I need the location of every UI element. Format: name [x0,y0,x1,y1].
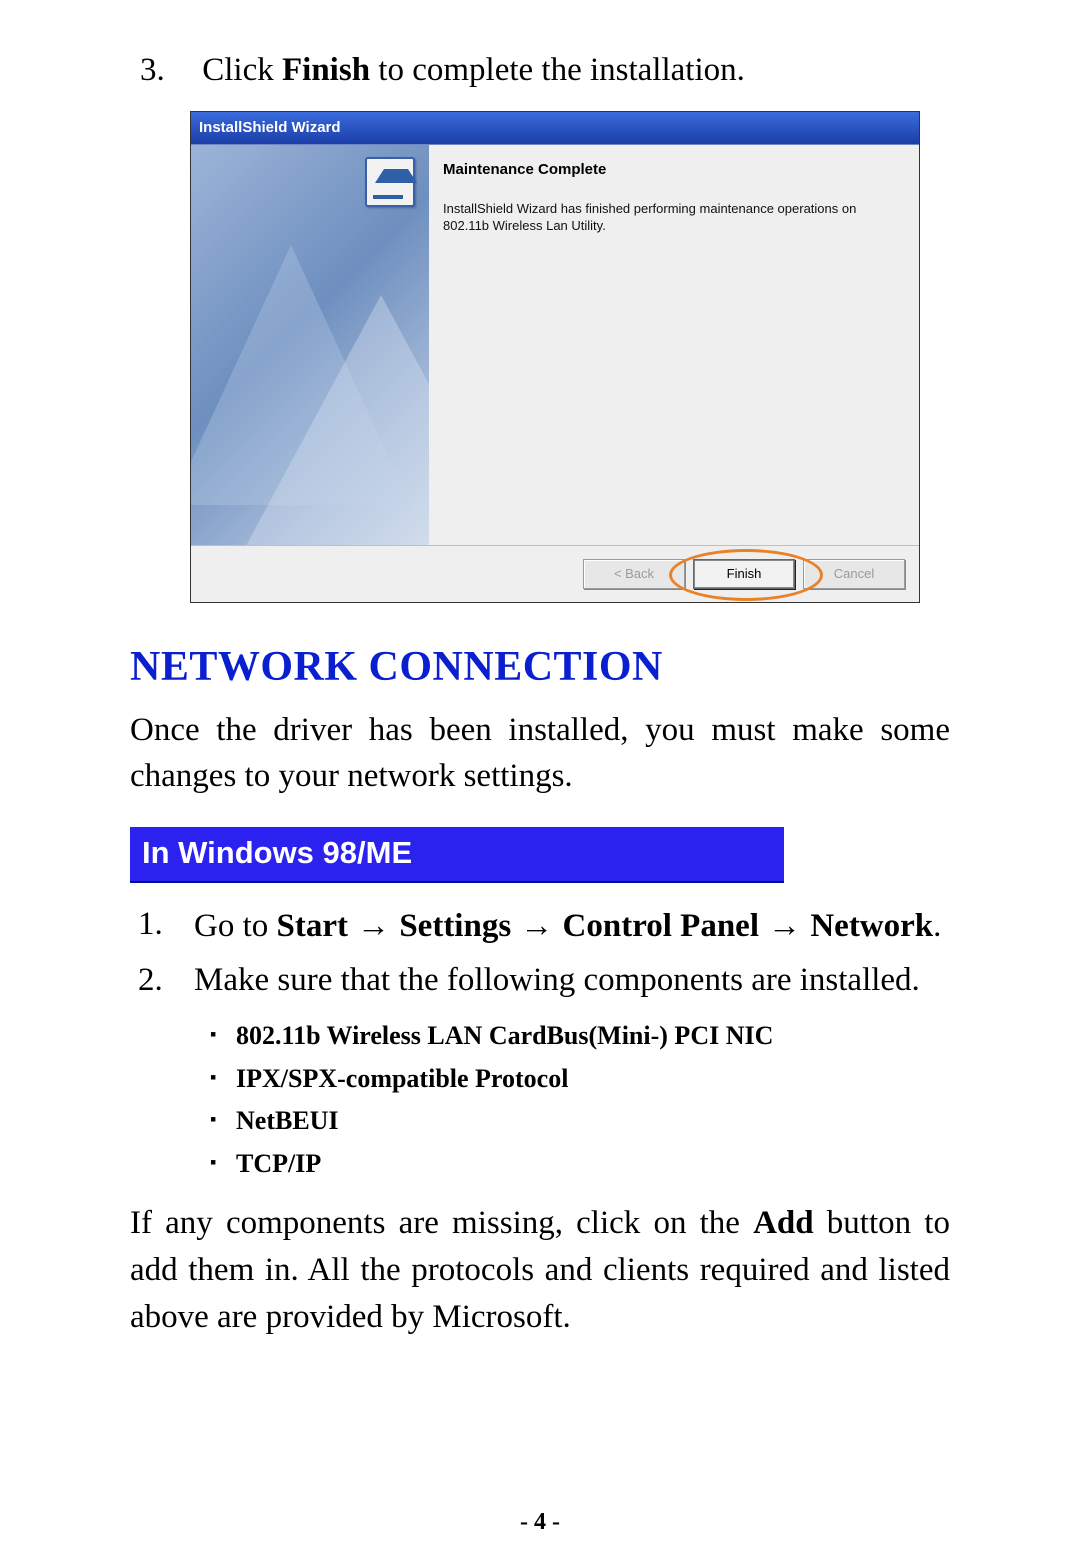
step-3-line: 3. Click Finish to complete the installa… [140,48,950,93]
list-item: ▪ NetBEUI [210,1100,950,1143]
decorative-triangle [241,295,429,545]
arrow-icon: → [511,906,562,943]
step-3-pre: Click [202,52,282,88]
arrow-icon: → [759,906,810,943]
ordered-list: 1. Go to Start → Settings → Control Pane… [138,901,950,1186]
li1-network: Network [810,908,933,944]
installshield-dialog: InstallShield Wizard Maintenance Complet… [190,111,920,603]
list-num-2: 2. [138,957,194,1005]
list-item: ▪ TCP/IP [210,1143,950,1186]
step-3-bold: Finish [282,52,370,88]
component-2: NetBEUI [236,1100,339,1143]
list-num-1: 1. [138,901,194,951]
step-3-post: to complete the installation. [370,52,745,88]
finish-button-wrap: Finish [693,559,795,589]
component-1: IPX/SPX-compatible Protocol [236,1058,568,1101]
component-3: TCP/IP [236,1143,321,1186]
li1-start: Start [277,908,348,944]
page-number: - 4 - [0,1509,1080,1536]
component-sublist: ▪ 802.11b Wireless LAN CardBus(Mini-) PC… [210,1015,950,1187]
list-text-1: Go to Start → Settings → Control Panel →… [194,901,950,951]
dialog-titlebar: InstallShield Wizard [191,112,919,144]
list-item: ▪ IPX/SPX-compatible Protocol [210,1058,950,1101]
list-item: 2. Make sure that the following componen… [138,957,950,1005]
dialog-body: Maintenance Complete InstallShield Wizar… [191,144,919,545]
finish-button[interactable]: Finish [693,559,795,589]
tail-paragraph: If any components are missing, click on … [130,1200,950,1341]
back-button[interactable]: < Back [583,559,685,589]
subsection-banner: In Windows 98/ME [130,827,784,883]
dialog-left-graphic [191,145,429,545]
arrow-icon: → [348,906,399,943]
bullet-icon: ▪ [210,1143,236,1178]
dialog-right-pane: Maintenance Complete InstallShield Wizar… [429,145,919,545]
component-0: 802.11b Wireless LAN CardBus(Mini-) PCI … [236,1015,773,1058]
bullet-icon: ▪ [210,1100,236,1135]
dialog-heading: Maintenance Complete [443,161,905,178]
installer-logo-icon [365,157,415,207]
dialog-message: InstallShield Wizard has finished perfor… [443,200,905,235]
list-item: 1. Go to Start → Settings → Control Pane… [138,901,950,951]
document-page: 3. Click Finish to complete the installa… [0,0,1080,1564]
li1-settings: Settings [399,908,511,944]
bullet-icon: ▪ [210,1058,236,1093]
dialog-title: InstallShield Wizard [199,119,341,136]
li1-dot: . [933,908,941,944]
bullet-icon: ▪ [210,1015,236,1050]
tail-bold: Add [753,1205,814,1241]
li1-pre: Go to [194,908,277,944]
intro-paragraph: Once the driver has been installed, you … [130,707,950,799]
tail-pre: If any components are missing, click on … [130,1205,753,1241]
li1-control-panel: Control Panel [563,908,759,944]
back-button-label: < Back [614,566,654,581]
cancel-button-label: Cancel [834,566,874,581]
dialog-footer: < Back Finish Cancel [191,545,919,602]
list-item: ▪ 802.11b Wireless LAN CardBus(Mini-) PC… [210,1015,950,1058]
step-3-number: 3. [140,48,194,93]
section-heading: NETWORK CONNECTION [130,643,950,691]
list-text-2: Make sure that the following components … [194,957,950,1005]
finish-button-label: Finish [727,566,762,581]
cancel-button[interactable]: Cancel [803,559,905,589]
